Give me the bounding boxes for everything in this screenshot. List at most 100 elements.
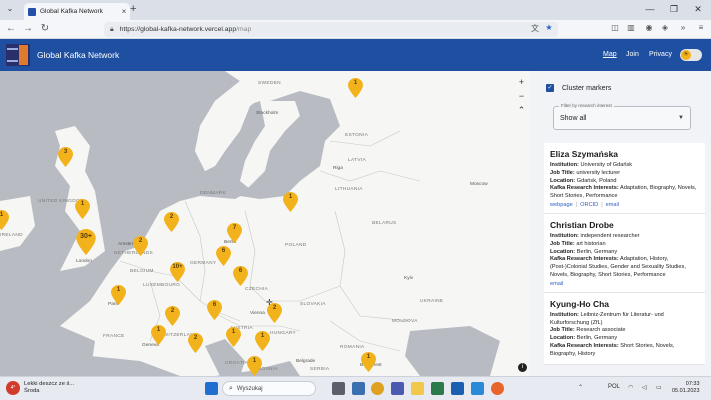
address-bar[interactable]: 🔒︎ https://global-kafka-network.vercel.a… [104,22,558,37]
task-view-icon[interactable] [332,382,345,395]
map-marker-cluster[interactable]: 30+ [76,229,96,255]
browser-tab-active[interactable]: Global Kafka Network × [24,3,130,20]
map-label: SERBIA [310,367,330,372]
close-window-button[interactable]: ✕ [688,4,708,15]
map-marker-cluster[interactable]: 1 [348,78,363,98]
map-label: FRANCE [103,334,125,339]
map-view[interactable]: SWEDEN ESTONIA LATVIA LITHUANIA BELARUS … [0,71,530,376]
map-marker-cluster[interactable]: 2 [267,303,282,323]
weather-day: Środa [24,388,40,394]
map-marker-cluster[interactable]: 1 [0,210,9,230]
map-marker-cluster[interactable]: 1 [226,327,241,347]
map-marker-cluster[interactable]: 10+ [170,262,185,282]
volume-icon[interactable]: ◁ [642,384,647,391]
back-icon[interactable]: ← [4,23,18,34]
map-marker-cluster[interactable]: 2 [133,236,148,256]
kafka-logo-icon[interactable] [6,44,30,66]
shield-icon[interactable]: ◈ [658,23,672,32]
extensions-icon[interactable]: » [676,23,690,32]
research-interest-select[interactable]: Filter by research interest Show all ▼ [553,103,691,130]
weather-widget[interactable]: 4° Lekki deszcz ze ś... Środa [6,381,74,395]
nav-link-privacy[interactable]: Privacy [649,51,672,58]
zoom-out-button[interactable]: − [515,90,528,103]
forward-icon[interactable]: → [21,23,35,34]
researcher-institution: Institution: Leibniz-Zentrum für Literat… [550,311,664,326]
minimize-button[interactable]: — [640,4,660,14]
battery-icon[interactable]: ▭ [656,384,662,391]
map-label: SWEDEN [258,81,281,86]
cluster-checkbox[interactable]: ✓ [546,84,554,92]
map-marker-cluster[interactable]: 1 [151,325,166,345]
map-marker-cluster[interactable]: 2 [188,333,203,353]
map-label: IRELAND [0,233,23,238]
cluster-markers-toggle[interactable]: ✓ Cluster markers [546,84,611,92]
reload-icon[interactable]: ↻ [38,23,52,34]
theme-toggle[interactable]: ☀ [680,49,702,61]
clock[interactable]: 07:33 05.01.2023 [672,381,700,395]
tab-close-icon[interactable]: × [118,7,130,16]
outlook-icon[interactable] [471,382,484,395]
researcher-location: Location: Gdańsk, Poland [550,177,617,184]
webpage-link[interactable]: webpage [550,202,573,208]
maximize-button[interactable]: ❐ [664,4,684,15]
map-marker-cluster[interactable]: 1 [111,285,126,305]
app-title[interactable]: Global Kafka Network [37,50,119,60]
map-marker-cluster[interactable]: 7 [227,223,242,243]
map-marker-cluster[interactable]: 1 [255,331,270,351]
star-icon[interactable]: ★ [542,23,556,32]
windows-taskbar: 4° Lekki deszcz ze ś... Środa ⌕ Wyszukaj… [0,376,711,400]
zoom-in-button[interactable]: + [515,76,528,89]
map-marker-cluster[interactable]: 2 [164,212,179,232]
tab-list-icon[interactable]: ⌄ [4,4,16,16]
map-city-label: Belgrade [296,359,316,364]
app-header: Global Kafka Network Map Join Privacy ☀ [0,39,711,71]
map-city-label: Riga [333,166,343,171]
map-marker-cluster[interactable]: 1 [283,192,298,212]
map-marker-cluster[interactable]: 1 [361,352,376,372]
excel-icon[interactable] [431,382,444,395]
map-marker-cluster[interactable]: 3 [58,147,73,167]
researcher-links: webpage | ORCID | email [550,201,620,208]
researcher-institution: Institution: University of Gdańsk [550,162,633,168]
map-marker-cluster[interactable]: 6 [233,266,248,286]
filter-legend: Filter by research interest [559,103,614,108]
map-marker-cluster[interactable]: 6 [207,300,222,320]
map-city-label: Stockholm [256,111,279,116]
map-marker-cluster[interactable]: 1 [247,356,262,376]
researcher-interests: Kafka Research Interests: Adaptation, Bi… [550,185,697,200]
word-icon[interactable] [451,382,464,395]
firefox-icon[interactable] [491,382,504,395]
reset-north-icon[interactable]: ⌃ [515,104,528,117]
map-marker-cluster[interactable]: 6 [216,246,231,266]
email-link[interactable]: email [550,281,563,287]
map-marker-cluster[interactable]: 2 [165,306,180,326]
more-icon[interactable]: ≡ [694,23,708,32]
pocket-icon[interactable]: ◫ [608,23,622,32]
new-tab-button[interactable]: + [130,3,136,15]
taskbar-search[interactable]: ⌕ Wyszukaj [222,381,316,396]
email-link[interactable]: email [606,202,619,208]
researcher-location: Location: Berlin, Germany [550,248,618,255]
file-explorer-icon[interactable] [411,382,424,395]
widgets-icon[interactable] [352,382,365,395]
map-marker-cluster[interactable]: 1 [75,199,90,219]
map-label: SLOVAKIA [300,302,326,307]
library-icon[interactable]: ▥ [624,23,638,32]
teams-icon[interactable] [391,382,404,395]
nav-link-map[interactable]: Map [603,51,617,58]
account-icon[interactable]: ◉ [642,23,656,32]
researcher-name: Kyung-Ho Cha [550,298,610,309]
language-indicator[interactable]: POL [608,384,620,390]
translate-icon[interactable]: 文 [528,23,542,34]
nav-link-join[interactable]: Join [626,51,639,58]
researcher-job-title: Job Title: art historian [550,240,606,247]
map-label: UKRAINE [420,299,444,304]
wifi-icon[interactable]: ◠ [628,384,633,391]
tray-chevron-icon[interactable]: ⌃ [578,384,583,391]
orcid-link[interactable]: ORCID [580,202,598,208]
researcher-location: Location: Berlin, Germany [550,335,618,342]
search-placeholder: Wyszukaj [236,385,263,392]
chrome-icon[interactable] [371,382,384,395]
windows-start-icon[interactable] [205,382,218,395]
info-icon[interactable]: i [518,363,527,372]
